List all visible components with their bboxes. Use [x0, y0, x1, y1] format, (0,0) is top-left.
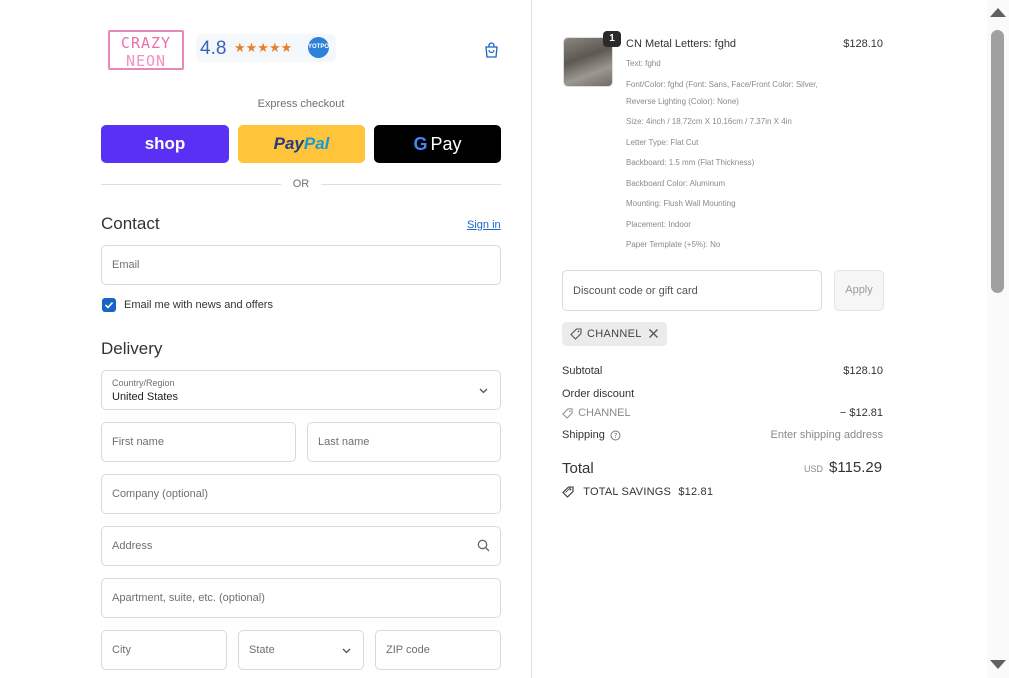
- google-pay-button[interactable]: G Pay: [374, 125, 501, 163]
- shipping-value: Enter shipping address: [770, 429, 883, 441]
- remove-discount-icon[interactable]: [648, 328, 659, 339]
- contact-heading: Contact: [101, 214, 160, 233]
- shipping-label: Shipping: [562, 429, 605, 441]
- city-field[interactable]: City: [101, 630, 227, 670]
- discount-code-input[interactable]: Discount code or gift card: [562, 270, 822, 311]
- subtotal-label: Subtotal: [562, 365, 603, 377]
- first-name-field[interactable]: First name: [101, 422, 296, 462]
- discount-code-row: CHANNEL: [562, 407, 631, 419]
- first-name-placeholder: First name: [112, 436, 164, 448]
- paypal-label-pal: Pal: [303, 134, 330, 153]
- apply-button[interactable]: Apply: [834, 270, 884, 311]
- state-select[interactable]: State: [238, 630, 364, 670]
- tag-icon: [570, 328, 582, 340]
- yotpo-logo: YOTPO.: [308, 37, 331, 58]
- shop-pay-label: shop: [144, 134, 186, 153]
- product-attribute: Mounting: Flush Wall Mounting: [626, 199, 736, 208]
- tag-icon: [562, 408, 573, 419]
- google-g-icon: G: [413, 133, 428, 154]
- product-attribute: Paper Template (+5%): No: [626, 240, 721, 249]
- scroll-up-arrow-icon[interactable]: [990, 8, 1006, 17]
- email-field[interactable]: Email: [101, 245, 501, 285]
- address-field[interactable]: Address: [101, 526, 501, 566]
- savings-label: TOTAL SAVINGS: [583, 486, 672, 498]
- discount-value: − $12.81: [839, 407, 883, 419]
- product-attribute: Size: 4inch / 18.72cm X 10.16cm / 7.37in…: [626, 117, 792, 126]
- last-name-placeholder: Last name: [318, 436, 370, 448]
- last-name-field[interactable]: Last name: [307, 422, 501, 462]
- rating-badge[interactable]: 4.8 ★★★★★ YOTPO.: [196, 34, 336, 62]
- rating-score: 4.8: [200, 38, 227, 59]
- savings-value: $12.81: [678, 486, 714, 498]
- applied-discount-chip: CHANNEL: [562, 322, 667, 346]
- country-label: Country/Region: [112, 378, 175, 388]
- zip-field[interactable]: ZIP code: [375, 630, 501, 670]
- zip-placeholder: ZIP code: [386, 644, 430, 656]
- country-select[interactable]: Country/Region United States: [101, 370, 501, 410]
- chevron-down-icon: [342, 648, 351, 654]
- logo-line-2: NEON: [125, 52, 167, 70]
- product-thumbnail: 1: [563, 31, 621, 87]
- country-value: United States: [112, 391, 179, 403]
- email-placeholder: Email: [112, 259, 140, 271]
- discount-placeholder: Discount code or gift card: [573, 285, 698, 297]
- logo-line-1: CRAZY: [120, 34, 172, 52]
- google-pay-label: Pay: [430, 133, 462, 154]
- or-divider: OR: [101, 177, 501, 191]
- help-icon[interactable]: ?: [610, 430, 621, 441]
- star-rating-icon: ★★★★★: [234, 40, 293, 55]
- shipping-row: Shipping ?: [562, 429, 621, 441]
- total-savings-row: TOTAL SAVINGS $12.81: [562, 486, 713, 498]
- shopping-bag-icon[interactable]: [484, 42, 499, 58]
- company-placeholder: Company (optional): [112, 488, 208, 500]
- total-value: $115.29: [829, 459, 883, 476]
- savings-tag-icon: [562, 486, 574, 498]
- product-attribute: Backboard Color: Aluminum: [626, 178, 726, 188]
- city-placeholder: City: [112, 644, 131, 656]
- newsletter-checkbox[interactable]: [102, 298, 116, 312]
- quantity-badge: 1: [603, 31, 621, 47]
- scrollbar[interactable]: [987, 0, 1009, 678]
- product-attribute: Backboard: 1.5 mm (Flat Thickness): [626, 158, 755, 167]
- crazy-neon-logo[interactable]: CRAZY NEON: [108, 30, 184, 70]
- svg-text:?: ?: [614, 432, 618, 440]
- discount-code-text: CHANNEL: [578, 407, 631, 419]
- order-discount-label: Order discount: [562, 388, 635, 400]
- company-field[interactable]: Company (optional): [101, 474, 501, 514]
- total-currency: USD: [804, 464, 824, 474]
- applied-code-text: CHANNEL: [587, 328, 642, 340]
- shop-pay-button[interactable]: shop: [101, 125, 229, 163]
- apartment-field[interactable]: Apartment, suite, etc. (optional): [101, 578, 501, 618]
- scrollbar-thumb[interactable]: [991, 30, 1004, 293]
- chevron-down-icon: [479, 388, 488, 394]
- product-name: CN Metal Letters: fghd: [626, 38, 737, 50]
- scroll-down-arrow-icon[interactable]: [990, 660, 1006, 669]
- state-placeholder: State: [249, 644, 275, 656]
- newsletter-label: Email me with news and offers: [124, 299, 273, 311]
- paypal-label-pay: Pay: [273, 134, 304, 153]
- product-attribute: Placement: Indoor: [626, 219, 691, 229]
- checkout-form-column: CRAZY NEON 4.8 ★★★★★ YOTPO. Express chec…: [0, 0, 531, 678]
- paypal-button[interactable]: Pay Pal: [238, 125, 365, 163]
- subtotal-value: $128.10: [843, 365, 883, 377]
- apartment-placeholder: Apartment, suite, etc. (optional): [112, 592, 265, 604]
- total-label: Total: [562, 460, 594, 477]
- product-attribute: Letter Type: Flat Cut: [626, 137, 699, 147]
- divider-line-right: [321, 184, 501, 185]
- delivery-heading: Delivery: [101, 339, 163, 358]
- search-icon: [477, 539, 490, 552]
- product-price: $128.10: [843, 38, 883, 50]
- checkmark-icon: [104, 301, 114, 309]
- product-attributes: Text: fghd Font/Color: fghd (Font: Sans,…: [626, 55, 836, 257]
- product-attribute: Font/Color: fghd (Font: Sans, Face/Front…: [626, 79, 818, 106]
- product-attribute: Text: fghd: [626, 59, 661, 68]
- address-placeholder: Address: [112, 540, 153, 552]
- sign-in-link[interactable]: Sign in: [467, 219, 501, 231]
- express-checkout-label: Express checkout: [257, 98, 345, 110]
